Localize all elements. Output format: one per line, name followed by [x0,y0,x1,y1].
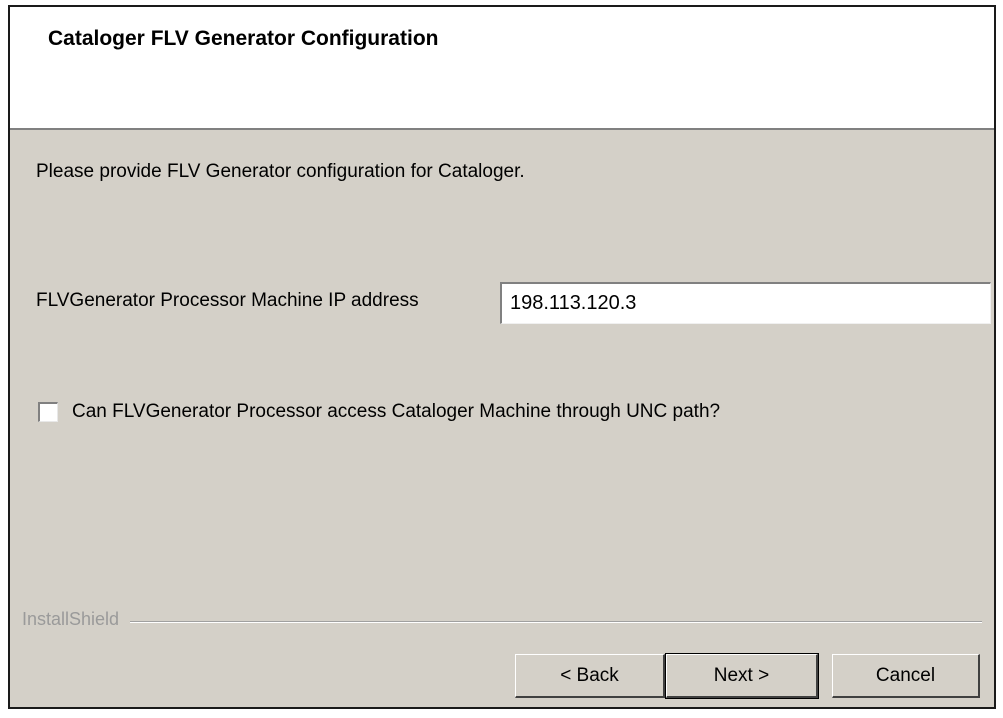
intro-text: Please provide FLV Generator configurati… [36,161,525,182]
dialog-header: Cataloger FLV Generator Configuration [10,7,994,130]
next-button[interactable]: Next > [665,653,819,699]
unc-path-label: Can FLVGenerator Processor access Catalo… [72,401,721,422]
installshield-brand: InstallShield [22,609,128,630]
unc-path-checkbox[interactable] [38,402,58,422]
cancel-button[interactable]: Cancel [832,654,980,698]
installer-dialog: Cataloger FLV Generator Configuration Pl… [8,5,996,709]
ip-address-input[interactable] [500,282,991,324]
footer-divider [130,621,982,623]
dialog-title: Cataloger FLV Generator Configuration [48,27,439,50]
back-button[interactable]: < Back [515,654,665,698]
unc-path-option[interactable]: Can FLVGenerator Processor access Catalo… [38,401,720,423]
ip-address-label: FLVGenerator Processor Machine IP addres… [36,290,419,311]
